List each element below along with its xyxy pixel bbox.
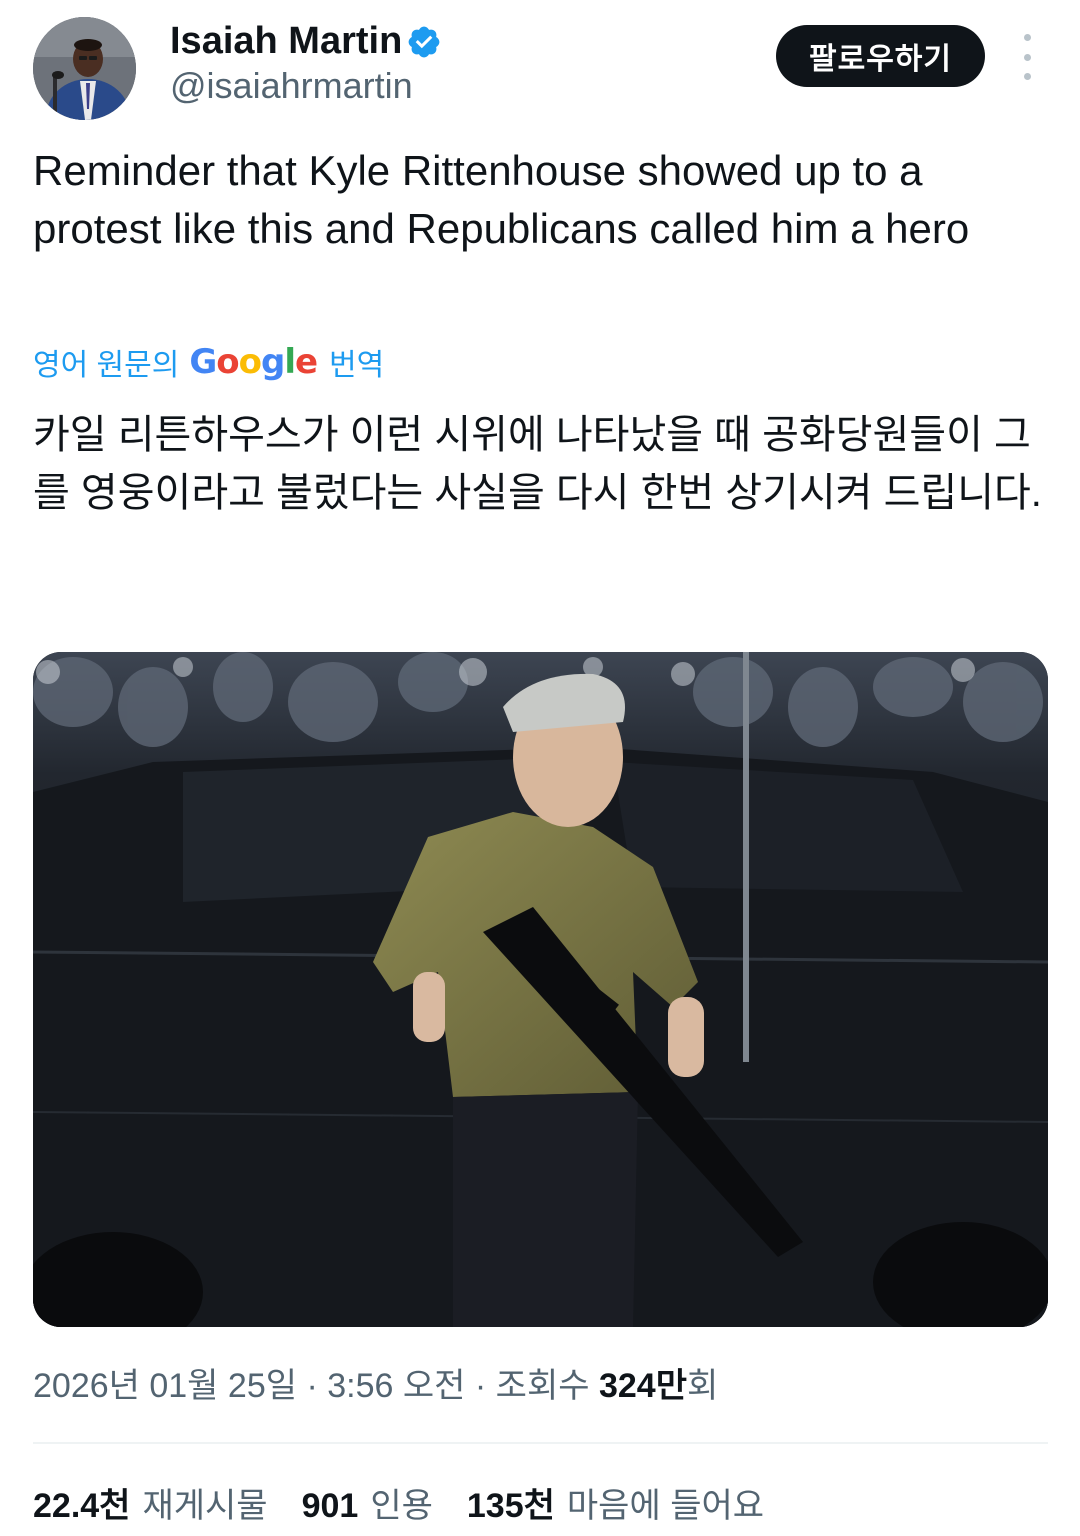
- meta-separator: ·: [306, 1367, 318, 1405]
- translate-suffix: 번역: [329, 349, 385, 382]
- views-label: 조회수: [495, 1367, 590, 1405]
- likes-count: 135천: [466, 1486, 555, 1525]
- more-dot: [1023, 73, 1031, 80]
- tweet-date: 2026년 01월 25일: [33, 1367, 298, 1405]
- photo-image: [33, 652, 1048, 1327]
- author-handle[interactable]: @isaiahrmartin: [170, 64, 413, 108]
- more-dot: [1023, 34, 1031, 41]
- likes-stat[interactable]: 135천 마음에 들어요: [467, 1478, 764, 1527]
- engagement-stats: 22.4천 재게시물 901 인용 135천 마음에 들어요: [33, 1478, 798, 1526]
- tweet-header: Isaiah Martin @isaiahrmartin 팔로우하기: [0, 0, 1080, 130]
- views-value: 324만: [598, 1367, 687, 1405]
- divider: [33, 1442, 1048, 1444]
- more-dot: [1023, 53, 1031, 61]
- tweet-timestamp[interactable]: 2026년 01월 25일 · 3:56 오전 · 조회수 324만회: [33, 1364, 718, 1408]
- reposts-stat[interactable]: 22.4천 재게시물: [33, 1478, 268, 1527]
- reposts-count: 22.4천: [33, 1486, 131, 1525]
- more-vertical-icon[interactable]: [1012, 34, 1042, 80]
- verified-badge-icon: [408, 26, 440, 58]
- quotes-stat[interactable]: 901 인용: [302, 1478, 433, 1527]
- tweet-photo[interactable]: [33, 652, 1048, 1327]
- tweet-time: 3:56 오전: [327, 1367, 466, 1405]
- avatar-image: [33, 17, 136, 120]
- quotes-label: 인용: [370, 1486, 433, 1525]
- translate-attribution[interactable]: 영어 원문의 Google 번역: [33, 340, 384, 384]
- reposts-label: 재게시물: [142, 1486, 268, 1525]
- quotes-count: 901: [301, 1486, 359, 1525]
- views-suffix: 회: [686, 1367, 719, 1405]
- avatar[interactable]: [33, 17, 136, 120]
- meta-separator: ·: [474, 1367, 487, 1405]
- tweet-text: Reminder that Kyle Rittenhouse showed up…: [33, 147, 970, 252]
- likes-label: 마음에 들어요: [566, 1486, 765, 1525]
- translated-text: 카일 리튼하우스가 이런 시위에 나타났을 때 공화당원들이 그를 영웅이라고 …: [33, 413, 1042, 515]
- translate-prefix: 영어 원문의: [33, 349, 180, 382]
- author-display-name[interactable]: Isaiah Martin: [170, 18, 402, 64]
- google-logo: Google: [189, 342, 318, 382]
- follow-button[interactable]: 팔로우하기: [776, 25, 985, 87]
